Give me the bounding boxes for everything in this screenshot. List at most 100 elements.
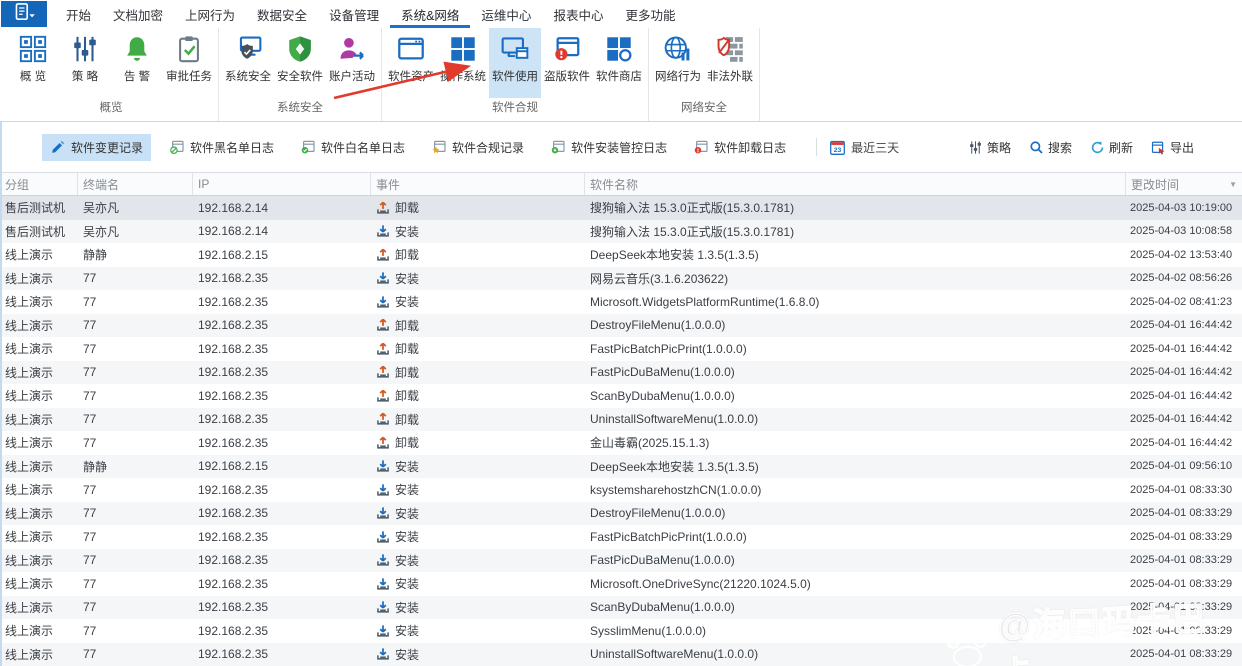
svg-text:23: 23 xyxy=(834,146,842,153)
toolbar-policy-sliders-button[interactable]: 策略 xyxy=(968,139,1011,156)
cell-time: 2025-04-02 13:53:40 xyxy=(1130,248,1233,261)
table-row[interactable]: 线上演示 77 192.168.2.35 安装 ksystemsharehostzhCN… xyxy=(0,478,1242,502)
ribbon-button-approval-clipboard[interactable]: 审批任务 xyxy=(163,28,215,98)
ribbon-button-network-behavior[interactable]: 网络行为 xyxy=(652,28,704,98)
column-header-1[interactable]: 终端名 xyxy=(78,173,193,195)
tab-whitelist-log[interactable]: 软件白名单日志 xyxy=(292,134,413,161)
toolbar-search-button[interactable]: 搜索 xyxy=(1029,139,1072,156)
ribbon-button-os[interactable]: 操作系统 xyxy=(437,28,489,98)
ribbon-group-label: 概览 xyxy=(99,102,123,114)
table-row[interactable]: 线上演示 77 192.168.2.35 安装 网易云音乐(3.1.6.203622) 2… xyxy=(0,266,1242,290)
ribbon-button-security-software[interactable]: 安全软件 xyxy=(274,28,326,98)
cell-group: 售后测试机 xyxy=(5,201,66,216)
sort-desc-icon[interactable]: ▼ xyxy=(1229,180,1237,189)
table-row[interactable]: 线上演示 77 192.168.2.35 安装 Microsoft.WidgetsPla… xyxy=(0,290,1242,314)
ribbon-button-illegal-connection[interactable]: 非法外联 xyxy=(704,28,756,98)
cell-terminal: 77 xyxy=(83,388,97,403)
overview-grid-icon xyxy=(18,34,48,64)
cell-software: UninstallSoftwareMenu(1.0.0.0) xyxy=(590,412,759,427)
toolbar-export-button[interactable]: 导出 xyxy=(1151,139,1194,156)
cell-software: Microsoft.OneDriveSync(21220.1024.5.0) xyxy=(590,576,811,591)
cell-terminal: 77 xyxy=(83,600,97,615)
install-event-icon xyxy=(376,647,390,661)
menubar-item[interactable]: 上网行为 xyxy=(174,0,246,28)
table-row[interactable]: 线上演示 77 192.168.2.35 卸载 FastPicDuBaMenu(1.0.… xyxy=(0,360,1242,384)
illegal-connection-icon xyxy=(715,34,745,64)
menubar-item[interactable]: 运维中心 xyxy=(470,0,542,28)
cell-group: 线上演示 xyxy=(5,647,54,662)
cell-time: 2025-04-01 16:44:42 xyxy=(1130,413,1233,426)
menubar-item[interactable]: 开始 xyxy=(55,0,102,28)
cell-ip: 192.168.2.35 xyxy=(198,271,269,286)
table-row[interactable]: 线上演示 77 192.168.2.35 卸载 UninstallSoftwareMen… xyxy=(0,407,1242,431)
cell-software: Microsoft.WidgetsPlatformRuntime(1.6.8.0… xyxy=(590,294,820,309)
ribbon-button-software-usage[interactable]: 软件使用 xyxy=(489,28,541,98)
table-row[interactable]: 线上演示 静静 192.168.2.15 安装 DeepSeek本地安装 1.3.5(1… xyxy=(0,454,1242,478)
table-row[interactable]: 线上演示 77 192.168.2.35 卸载 FastPicBatchPicPrint… xyxy=(0,337,1242,361)
table-row[interactable]: 线上演示 77 192.168.2.35 安装 DestroyFileMenu(1.0.… xyxy=(0,501,1242,525)
ribbon-button-label: 概 览 xyxy=(19,71,47,83)
menubar-item[interactable]: 更多功能 xyxy=(614,0,686,28)
ribbon-button-pirated-software[interactable]: 盗版软件 xyxy=(541,28,593,98)
tab-uninstall-log[interactable]: 软件卸载日志 xyxy=(685,134,794,161)
table-row[interactable]: 线上演示 77 192.168.2.35 安装 UninstallSoftwareMen… xyxy=(0,642,1242,666)
column-header-3[interactable]: 事件 xyxy=(371,173,585,195)
cell-event: 安装 xyxy=(371,599,585,616)
ribbon-group-label: 系统安全 xyxy=(277,102,323,114)
cell-software: 金山毒霸(2025.15.1.3) xyxy=(590,436,710,451)
table-row[interactable]: 线上演示 静静 192.168.2.15 卸载 DeepSeek本地安装 1.3.5(1… xyxy=(0,243,1242,267)
column-header-5[interactable]: 更改时间 ▼ xyxy=(1126,173,1242,195)
table-row[interactable]: 线上演示 77 192.168.2.35 安装 FastPicBatchPicPrint… xyxy=(0,525,1242,549)
table-row[interactable]: 售后测试机 吴亦凡 192.168.2.14 安装 搜狗输入法 15.3.0正式版(15… xyxy=(0,219,1242,243)
event-label: 安装 xyxy=(395,577,420,592)
menubar-item[interactable]: 报表中心 xyxy=(542,0,614,28)
cell-event: 卸载 xyxy=(371,246,585,263)
table-row[interactable]: 线上演示 77 192.168.2.35 安装 SysslimMenu(1.0.0.0)… xyxy=(0,619,1242,643)
tab-install-control-log[interactable]: 软件安装管控日志 xyxy=(542,134,675,161)
event-label: 卸载 xyxy=(395,342,420,357)
software-usage-icon xyxy=(500,34,530,64)
ribbon-button-policy-sliders[interactable]: 策 略 xyxy=(59,28,111,98)
cell-software: DestroyFileMenu(1.0.0.0) xyxy=(590,318,726,333)
table-row[interactable]: 线上演示 77 192.168.2.35 安装 Microsoft.OneDriveSy… xyxy=(0,572,1242,596)
cell-group: 线上演示 xyxy=(5,530,54,545)
menubar-item[interactable]: 设备管理 xyxy=(318,0,390,28)
tab-blacklist-log[interactable]: 软件黑名单日志 xyxy=(161,134,282,161)
table-row[interactable]: 线上演示 77 192.168.2.35 安装 ScanByDubaMenu(1.0.0… xyxy=(0,595,1242,619)
date-range-filter[interactable]: 23 最近三天 xyxy=(829,139,899,156)
ribbon-button-system-security[interactable]: 系统安全 xyxy=(222,28,274,98)
alert-bell-icon xyxy=(122,34,152,64)
ribbon-button-alert-bell[interactable]: 告 警 xyxy=(111,28,163,98)
cell-time: 2025-04-01 08:33:29 xyxy=(1130,648,1233,661)
ribbon-button-overview-grid[interactable]: 概 览 xyxy=(7,28,59,98)
cell-group: 线上演示 xyxy=(5,271,54,286)
menubar-item[interactable]: 数据安全 xyxy=(246,0,318,28)
event-label: 安装 xyxy=(395,224,420,239)
column-header-0[interactable]: 分组 xyxy=(0,173,78,195)
table-row[interactable]: 线上演示 77 192.168.2.35 卸载 ScanByDubaMenu(1.0.0… xyxy=(0,384,1242,408)
cell-terminal: 77 xyxy=(83,576,97,591)
app-menu-button[interactable] xyxy=(1,1,47,27)
ribbon-button-label: 软件使用 xyxy=(492,71,538,83)
menubar-item[interactable]: 文档加密 xyxy=(102,0,174,28)
menubar-item[interactable]: 系统&网络 xyxy=(390,0,470,28)
toolbar-button-label: 搜索 xyxy=(1047,140,1072,155)
column-header-2[interactable]: IP xyxy=(193,173,371,195)
table-row[interactable]: 线上演示 77 192.168.2.35 安装 FastPicDuBaMenu(1.0.… xyxy=(0,548,1242,572)
ribbon-button-software-store[interactable]: 软件商店 xyxy=(593,28,645,98)
table-row[interactable]: 线上演示 77 192.168.2.35 卸载 DestroyFileMenu(1.0.… xyxy=(0,313,1242,337)
table-row[interactable]: 售后测试机 吴亦凡 192.168.2.14 卸载 搜狗输入法 15.3.0正式版(15… xyxy=(0,196,1242,220)
change-record-icon xyxy=(50,139,66,155)
tab-label: 软件安装管控日志 xyxy=(571,140,668,155)
tab-compliance-record[interactable]: 软件合规记录 xyxy=(423,134,532,161)
ribbon-button-software-asset[interactable]: 软件资产 xyxy=(385,28,437,98)
event-label: 卸载 xyxy=(395,412,420,427)
column-header-label: 终端名 xyxy=(83,177,120,192)
table-row[interactable]: 线上演示 77 192.168.2.35 卸载 金山毒霸(2025.15.1.3) 202… xyxy=(0,431,1242,455)
ribbon-button-label: 网络行为 xyxy=(655,71,701,83)
ribbon-button-account-activity[interactable]: 账户活动 xyxy=(326,28,378,98)
toolbar-refresh-button[interactable]: 刷新 xyxy=(1090,139,1133,156)
cell-software: DeepSeek本地安装 1.3.5(1.3.5) xyxy=(590,248,759,263)
tab-change-record[interactable]: 软件变更记录 xyxy=(42,133,152,161)
column-header-4[interactable]: 软件名称 xyxy=(585,173,1126,195)
